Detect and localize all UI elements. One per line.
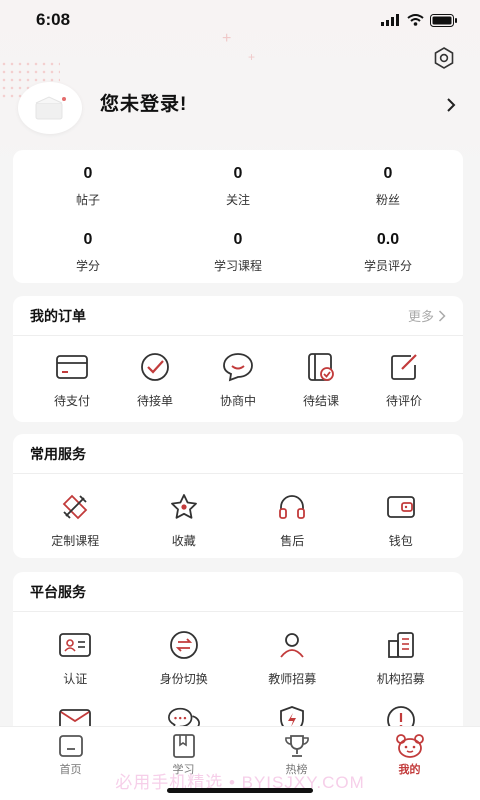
service-label: 售后 <box>280 534 305 548</box>
stat-courses[interactable]: 0 学习课程 <box>163 216 313 282</box>
chevron-right-icon[interactable] <box>446 98 456 112</box>
decorative-plus-icon: + <box>248 50 256 64</box>
platform-org-recruit[interactable]: 机构招募 <box>366 628 436 687</box>
section-title: 常用服务 <box>30 445 86 462</box>
service-after-sales[interactable]: 售后 <box>257 490 327 549</box>
order-label: 待评价 <box>385 394 422 408</box>
stat-label: 学习课程 <box>213 258 262 273</box>
card-icon <box>56 355 88 379</box>
avatar[interactable] <box>18 82 82 134</box>
status-icons <box>381 13 458 27</box>
stat-value: 0 <box>383 164 393 182</box>
headphones-icon <box>279 495 306 519</box>
stat-fans[interactable]: 0 粉丝 <box>313 150 463 216</box>
check-circle-icon <box>141 353 169 381</box>
service-label: 收藏 <box>171 534 196 548</box>
service-favorites[interactable]: 收藏 <box>149 490 219 549</box>
signal-icon <box>381 14 399 26</box>
platform-services-card: 平台服务 认证 身份切换 教师招募 机构招募 <box>13 572 463 742</box>
section-title: 我的订单 <box>30 307 86 324</box>
platform-label: 身份切换 <box>159 672 208 686</box>
swap-icon <box>169 631 198 659</box>
stats-card: 0 帖子 0 关注 0 粉丝 0 学分 0 学习课程 0.0 学员评分 <box>13 150 463 283</box>
order-label: 协商中 <box>219 394 256 408</box>
battery-icon <box>430 13 457 27</box>
platform-teacher-recruit[interactable]: 教师招募 <box>257 628 327 687</box>
book-icon <box>172 734 195 758</box>
service-label: 钱包 <box>388 534 413 548</box>
service-label: 定制课程 <box>51 534 100 548</box>
home-indicator <box>167 788 313 793</box>
star-icon <box>170 494 197 519</box>
order-pending-review[interactable]: 待评价 <box>369 350 439 409</box>
common-services-card: 常用服务 定制课程 收藏 售后 钱包 <box>13 434 463 558</box>
gear-icon <box>434 47 454 69</box>
stat-label: 学分 <box>75 258 100 273</box>
status-time: 6:08 <box>36 10 71 29</box>
wifi-icon <box>407 14 424 26</box>
stat-label: 关注 <box>225 192 250 207</box>
stat-rating[interactable]: 0.0 学员评分 <box>313 216 463 282</box>
section-title: 平台服务 <box>30 583 86 600</box>
home-icon <box>58 735 83 757</box>
orders-header: 我的订单 更多 <box>13 296 463 336</box>
chat-icon <box>223 353 253 382</box>
platform-verification[interactable]: 认证 <box>40 628 110 687</box>
service-custom-course[interactable]: 定制课程 <box>40 490 110 549</box>
stat-value: 0 <box>233 164 243 182</box>
platform-label: 认证 <box>63 672 88 686</box>
platform-role-switch[interactable]: 身份切换 <box>149 628 219 687</box>
login-prompt[interactable]: 您未登录! <box>100 89 187 116</box>
platform-label: 机构招募 <box>376 672 425 686</box>
order-pending-finish[interactable]: 待结课 <box>286 350 356 409</box>
order-label: 待结课 <box>302 394 339 408</box>
pencil-ruler-icon <box>62 494 88 520</box>
stat-value: 0.0 <box>376 230 400 248</box>
stat-value: 0 <box>233 230 243 248</box>
edit-icon <box>391 354 417 380</box>
platform-services-header: 平台服务 <box>13 572 463 612</box>
order-pending-accept[interactable]: 待接单 <box>120 350 190 409</box>
building-icon <box>387 632 414 658</box>
book-check-icon <box>308 353 334 381</box>
more-link[interactable]: 更多 <box>408 306 446 325</box>
platform-label: 教师招募 <box>268 672 317 686</box>
stat-value: 0 <box>83 230 93 248</box>
default-avatar-icon <box>35 96 66 120</box>
stat-following[interactable]: 0 关注 <box>163 150 313 216</box>
profile-row[interactable]: 您未登录! <box>18 80 468 136</box>
status-bar: 6:08 <box>0 0 480 40</box>
stat-label: 粉丝 <box>375 192 400 207</box>
order-pending-payment[interactable]: 待支付 <box>37 350 107 409</box>
service-wallet[interactable]: 钱包 <box>366 490 436 549</box>
stat-label: 学员评分 <box>363 258 412 273</box>
bear-icon <box>395 734 424 758</box>
trophy-icon <box>284 735 309 757</box>
wallet-icon <box>386 496 415 518</box>
common-services-header: 常用服务 <box>13 434 463 474</box>
order-label: 待接单 <box>136 394 173 408</box>
stat-label: 帖子 <box>75 192 100 207</box>
stat-value: 0 <box>83 164 93 182</box>
order-negotiating[interactable]: 协商中 <box>203 350 273 409</box>
order-label: 待支付 <box>53 394 90 408</box>
orders-card: 我的订单 更多 待支付 待接单 协商中 待结课 待评价 <box>13 296 463 422</box>
settings-button[interactable] <box>432 46 456 70</box>
stat-credits[interactable]: 0 学分 <box>13 216 163 282</box>
more-label: 更多 <box>407 309 434 324</box>
chevron-right-icon <box>438 309 446 322</box>
stat-posts[interactable]: 0 帖子 <box>13 150 163 216</box>
id-card-icon <box>59 633 92 657</box>
user-icon <box>280 633 304 658</box>
